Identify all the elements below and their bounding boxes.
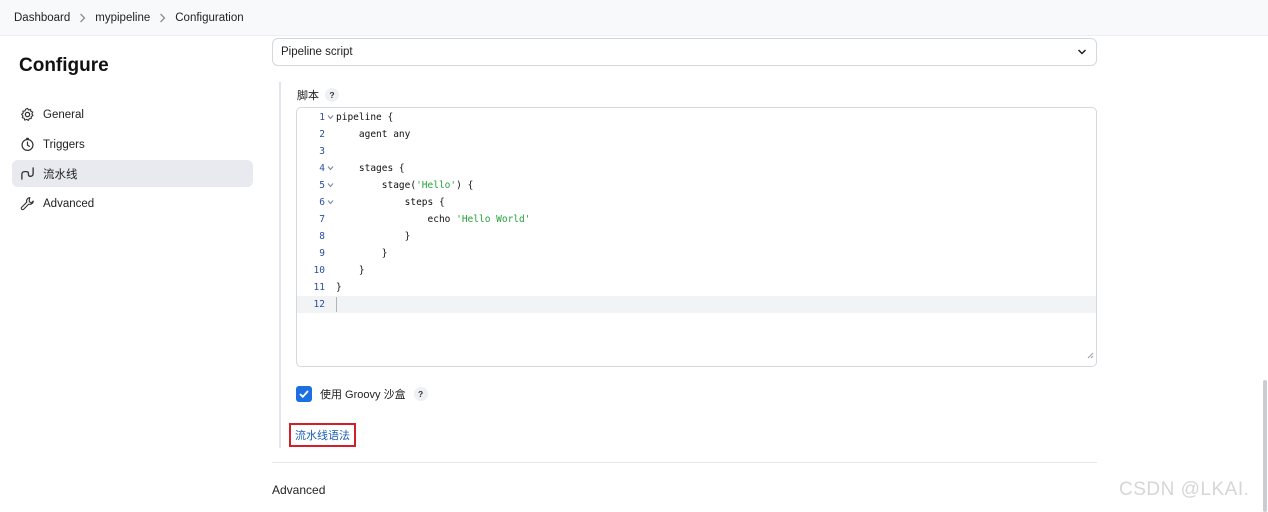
code-text: } [335,231,411,242]
sidebar-item-label: 流水线 [43,168,78,181]
code-token: agent any [336,129,411,140]
sidebar-item-pipeline[interactable]: 流水线 [12,160,253,187]
line-number: 8 [319,231,325,242]
code-line[interactable]: 7 echo 'Hello World' [297,211,1096,228]
definition-select[interactable]: Pipeline script [272,38,1097,66]
breadcrumb: Dashboard mypipeline Configuration [0,0,1268,36]
script-label-text: 脚本 [297,90,319,102]
line-number: 2 [319,129,325,140]
line-number: 9 [319,248,325,259]
line-number: 10 [313,265,325,276]
resize-handle-icon[interactable] [1087,346,1094,364]
gear-icon [20,107,35,122]
code-line[interactable]: 12 [297,296,1096,313]
code-line[interactable]: 8 } [297,228,1096,245]
chevron-right-icon [159,13,166,23]
sidebar-item-label: Advanced [43,197,95,210]
text-cursor [336,297,337,312]
pipeline-icon [20,166,35,181]
code-text: pipeline { [335,112,393,123]
code-line[interactable]: 3 [297,143,1096,160]
breadcrumb-mypipeline[interactable]: mypipeline [95,12,150,24]
code-text: } [335,265,365,276]
fold-chevron-icon[interactable] [325,164,335,173]
code-line[interactable]: 6 steps { [297,194,1096,211]
help-icon[interactable]: ? [325,88,339,102]
line-number: 3 [319,146,325,157]
page-title: Configure [19,55,109,76]
code-token: stage( [336,180,417,191]
fold-chevron-icon[interactable] [325,181,335,190]
advanced-section-heading[interactable]: Advanced [272,483,325,497]
line-number: 12 [313,299,325,310]
code-string: 'Hello World' [456,214,531,225]
wrench-icon [20,196,35,211]
breadcrumb-configuration[interactable]: Configuration [175,12,243,24]
code-line[interactable]: 5 stage('Hello') { [297,177,1096,194]
help-icon[interactable]: ? [413,387,428,401]
code-token: echo [336,214,457,225]
sidebar-item-triggers[interactable]: Triggers [12,131,253,158]
watermark: CSDN @LKAI. [1119,479,1250,500]
groovy-sandbox-row: 使用 Groovy 沙盒 ? [296,386,428,402]
code-line[interactable]: 10 } [297,262,1096,279]
groovy-sandbox-checkbox[interactable] [296,386,312,402]
sidebar-item-advanced[interactable]: Advanced [12,190,253,217]
fold-chevron-icon[interactable] [325,113,335,122]
code-token: } [336,231,411,242]
code-line[interactable]: 9 } [297,245,1096,262]
groovy-sandbox-label[interactable]: 使用 Groovy 沙盒 [320,386,406,402]
pipeline-syntax-link[interactable]: 流水线语法 [289,423,356,447]
chevron-down-icon [1077,47,1087,60]
code-text: } [335,248,388,259]
definition-select-value: Pipeline script [281,46,353,58]
line-number: 11 [313,282,325,293]
sidebar-item-label: General [43,108,84,121]
code-token: steps { [336,197,445,208]
line-number: 1 [319,112,325,123]
line-number: 6 [319,197,325,208]
code-text: stage('Hello') { [335,180,474,191]
line-number: 5 [319,180,325,191]
code-line[interactable]: 1 pipeline { [297,109,1096,126]
sidebar-item-general[interactable]: General [12,101,253,128]
code-token: } [336,248,388,259]
code-token: ) { [456,180,474,191]
section-indent-line [279,82,281,448]
line-number: 4 [319,163,325,174]
code-text: echo 'Hello World' [335,214,531,225]
code-string: 'Hello' [416,180,457,191]
code-text: agent any [335,129,410,140]
script-label: 脚本 ? [297,87,339,103]
sidebar-item-label: Triggers [43,138,85,151]
breadcrumb-dashboard[interactable]: Dashboard [14,12,70,24]
code-line[interactable]: 4 stages { [297,160,1096,177]
code-line[interactable]: 11} [297,279,1096,296]
code-line[interactable]: 2 agent any [297,126,1096,143]
code-token: pipeline { [336,112,394,123]
code-text: stages { [335,163,405,174]
code-token: } [336,282,342,293]
chevron-right-icon [79,13,86,23]
code-token: } [336,265,365,276]
divider [272,462,1097,463]
code-token: stages { [336,163,405,174]
timer-icon [20,137,35,152]
scrollbar-thumb[interactable] [1263,380,1267,512]
code-text: } [335,282,342,293]
line-number: 7 [319,214,325,225]
script-editor[interactable]: 1 pipeline {2 agent any 3 4 stages {5 stage… [296,107,1097,367]
code-text: steps { [335,197,445,208]
fold-chevron-icon[interactable] [325,198,335,207]
